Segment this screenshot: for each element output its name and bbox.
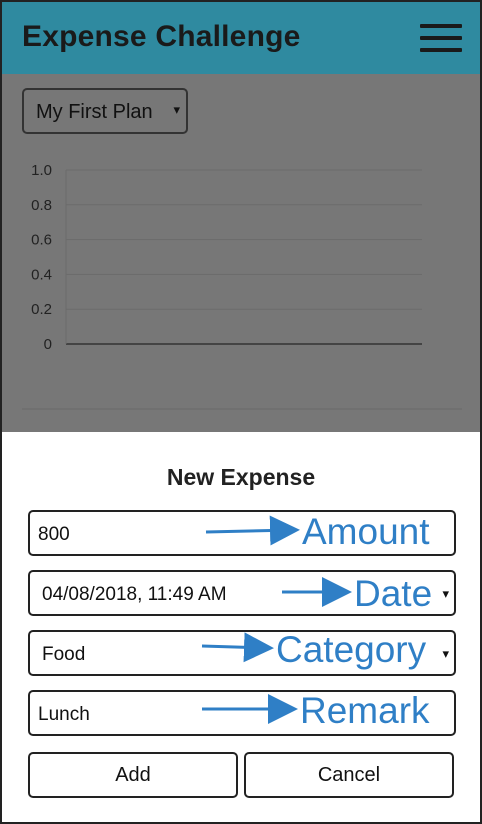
date-annotation: Date [354,573,433,614]
remark-annotation: Remark [300,690,430,731]
arrow-icon [201,632,274,663]
category-annotation: Category [276,629,427,670]
arrow-icon [205,515,300,546]
app-frame: Expense Challenge My First Plan ▾ 1.0 0.8… [0,0,482,824]
amount-annotation: Amount [302,511,430,552]
